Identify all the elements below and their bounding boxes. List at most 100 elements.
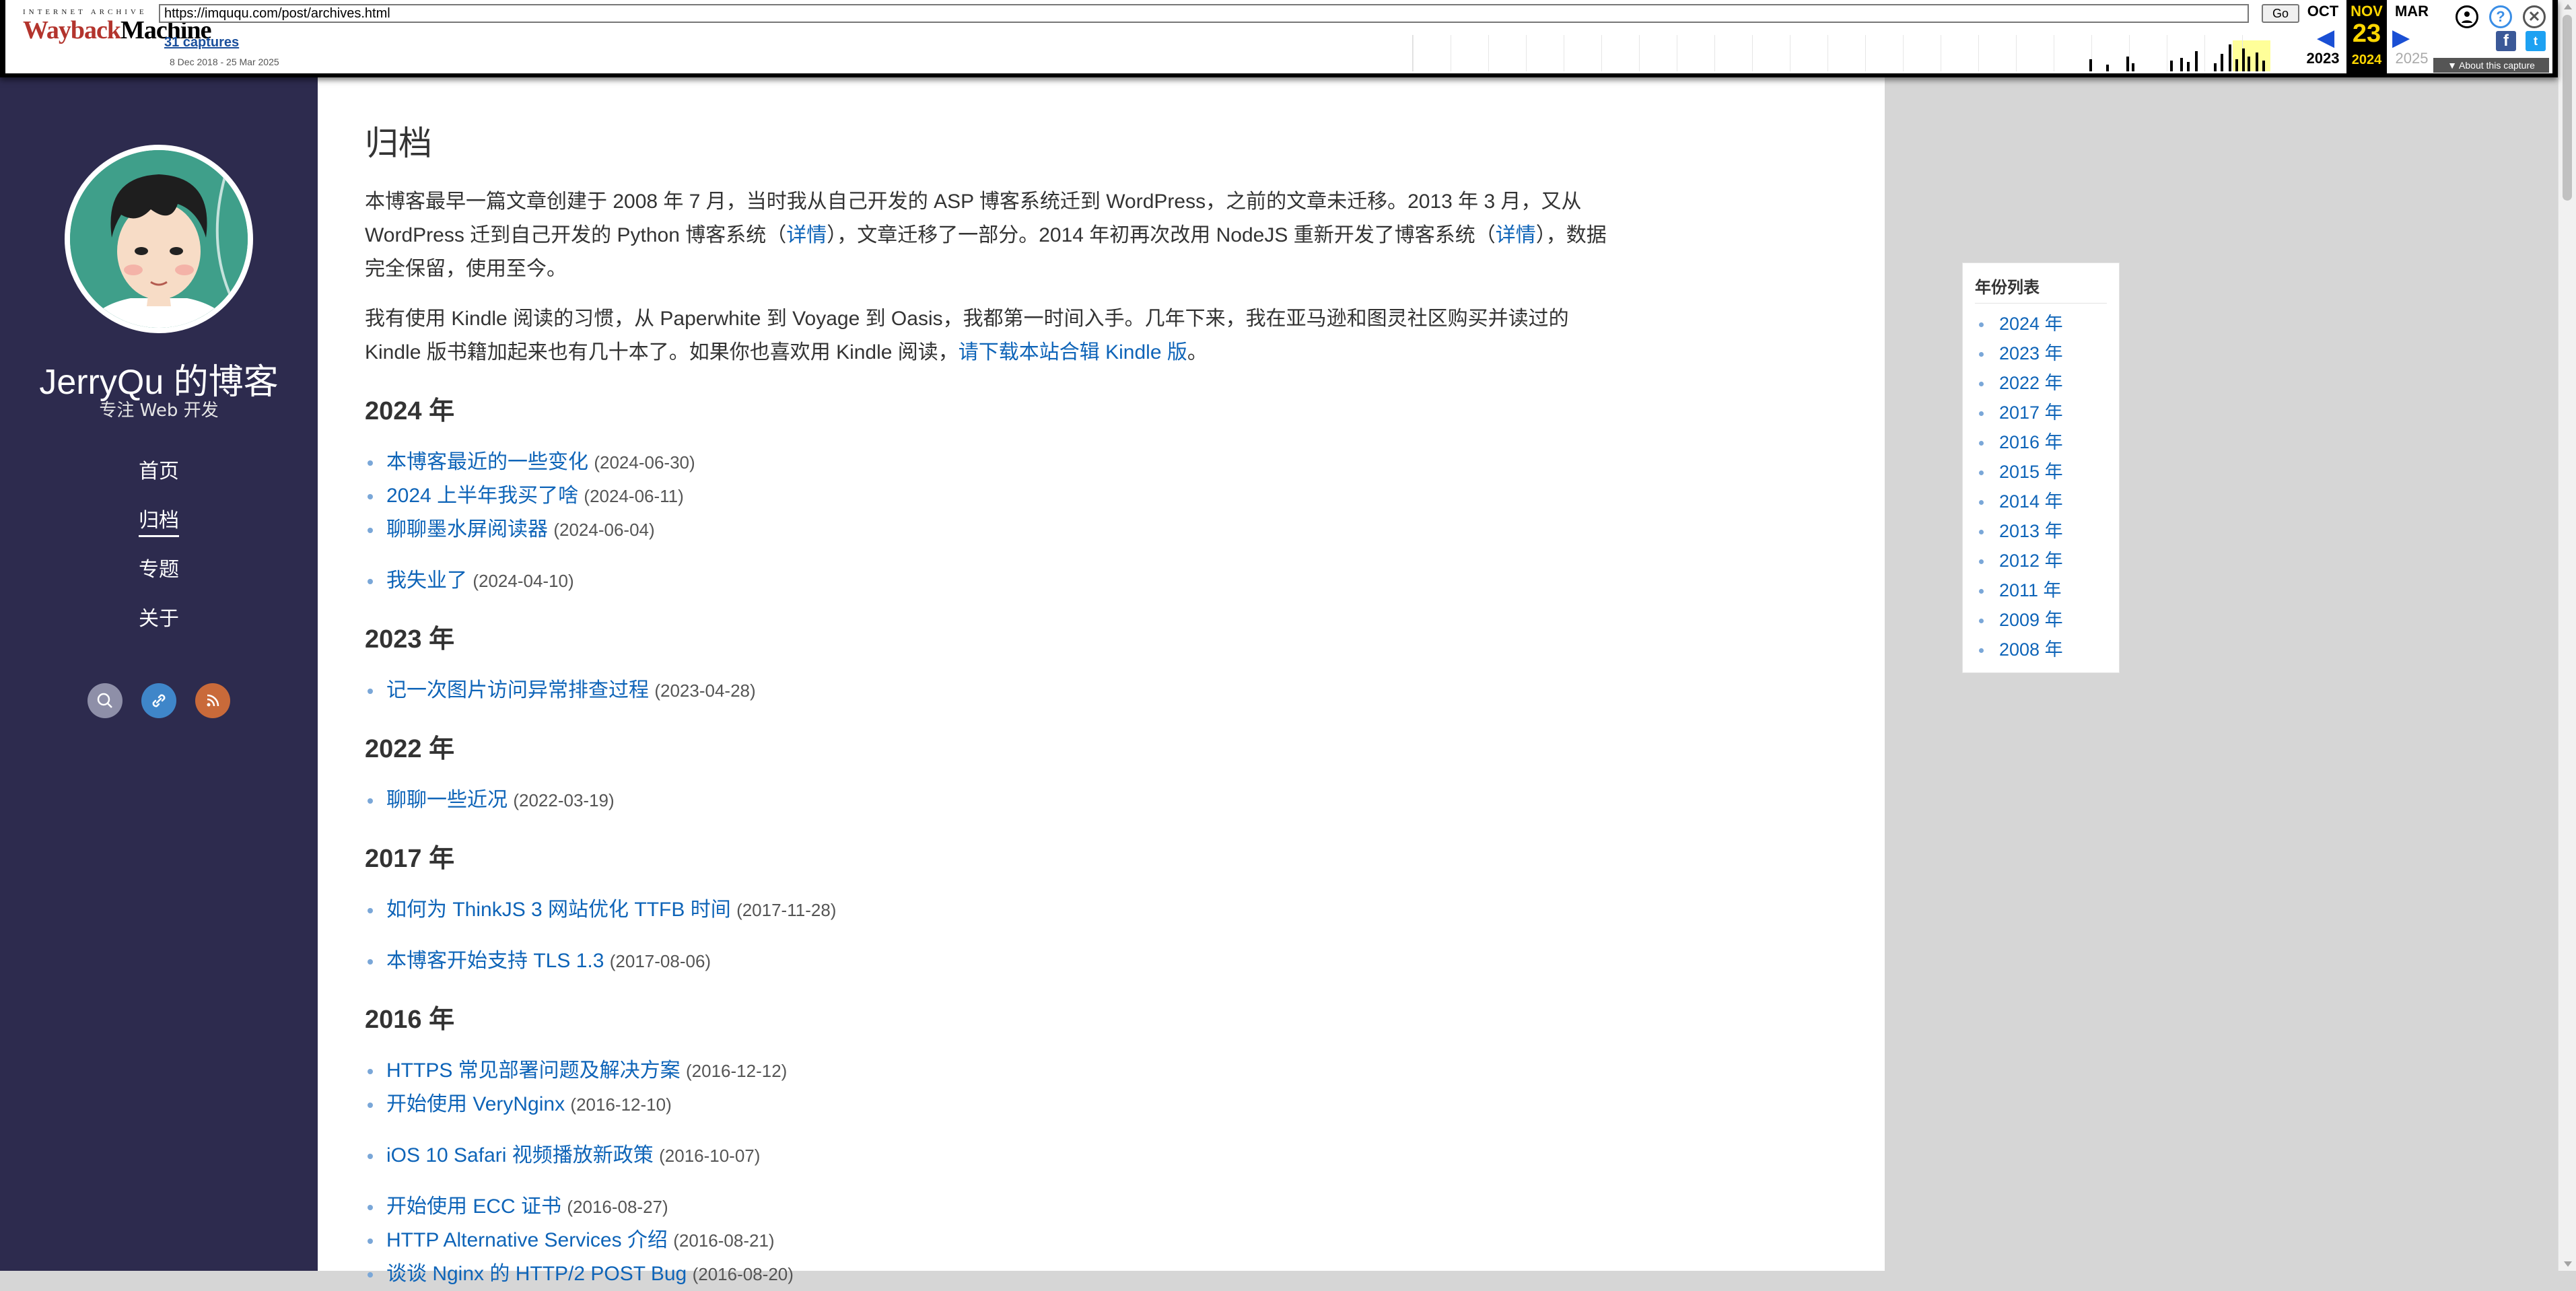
- year-list-item[interactable]: 2009 年: [1975, 605, 2119, 635]
- post-item: 本博客开始支持 TLS 1.3 (2017-08-06): [365, 944, 1621, 978]
- post-link[interactable]: HTTP Alternative Services 介绍: [386, 1229, 668, 1251]
- year-list-item[interactable]: 2023 年: [1975, 339, 2119, 368]
- post-date: (2016-08-20): [692, 1264, 794, 1284]
- twitter-icon[interactable]: t: [2526, 31, 2546, 51]
- intro-paragraph-1: 本博客最早一篇文章创建于 2008 年 7 月，当时我从自己开发的 ASP 博客…: [365, 190, 1607, 280]
- post-item: 开始使用 VeryNginx (2016-12-10): [365, 1088, 1621, 1121]
- post-link[interactable]: HTTPS 常见部署问题及解决方案: [386, 1059, 681, 1082]
- wayback-url-input[interactable]: [159, 4, 2249, 23]
- post-list: HTTPS 常见部署问题及解决方案 (2016-12-12) 开始使用 VeryN…: [365, 1054, 1621, 1291]
- about-capture-button[interactable]: ▼ About this capture: [2433, 58, 2549, 73]
- year-list-item[interactable]: 2011 年: [1975, 575, 2119, 605]
- sparkline-year-divider: [1488, 35, 1489, 71]
- user-icon[interactable]: [2456, 5, 2478, 28]
- link-icon[interactable]: [141, 683, 176, 718]
- prev-year[interactable]: 2023: [2301, 50, 2345, 67]
- post-date: (2016-08-27): [567, 1197, 668, 1217]
- post-item: 记一次图片访问异常排查过程 (2023-04-28): [365, 674, 1621, 707]
- post-item: 聊聊墨水屏阅读器 (2024-06-04): [365, 513, 1621, 547]
- year-list-item[interactable]: 2013 年: [1975, 516, 2119, 546]
- prev-capture-arrow-icon[interactable]: ◀: [2317, 24, 2334, 51]
- post-date: (2024-06-11): [584, 486, 684, 506]
- year-list-item[interactable]: 2014 年: [1975, 487, 2119, 516]
- sparkline-year-divider: [2016, 35, 2017, 71]
- post-link[interactable]: 谈谈 Nginx 的 HTTP/2 POST Bug: [386, 1263, 687, 1285]
- logo-top-text: INTERNET ARCHIVE: [23, 8, 147, 16]
- year-list: 2024 年 2023 年 2022 年 2017 年 2016 年 2015 年 2014…: [1963, 309, 2119, 664]
- year-list-item[interactable]: 2024 年: [1975, 309, 2119, 339]
- post-date: (2016-08-21): [673, 1230, 775, 1251]
- rss-icon[interactable]: [195, 683, 230, 718]
- details-link-1[interactable]: 详情: [786, 224, 827, 246]
- facebook-icon[interactable]: f: [2496, 31, 2516, 51]
- post-item: 开始使用 ECC 证书 (2016-08-27): [365, 1190, 1621, 1224]
- year-list-item[interactable]: 2016 年: [1975, 427, 2119, 457]
- year-list-item[interactable]: 2022 年: [1975, 368, 2119, 398]
- post-date: (2017-08-06): [609, 951, 711, 971]
- scrollbar[interactable]: [2558, 0, 2576, 1271]
- go-button[interactable]: Go: [2262, 4, 2299, 23]
- current-year: 2024: [2351, 53, 2382, 67]
- post-link[interactable]: 本博客最近的一些变化: [386, 451, 588, 473]
- nav-home[interactable]: 首页: [0, 454, 318, 484]
- post-link[interactable]: 2024 上半年我买了啥: [386, 485, 578, 507]
- nav-about[interactable]: 关于: [0, 602, 318, 631]
- post-link[interactable]: 记一次图片访问异常排查过程: [386, 679, 649, 701]
- sparkline-year-divider: [1601, 35, 1602, 71]
- sparkline-year-divider: [2204, 35, 2205, 71]
- nav-topics[interactable]: 专题: [0, 553, 318, 582]
- post-item: iOS 10 Safari 视频播放新政策 (2016-10-07): [365, 1139, 1621, 1173]
- scroll-up-arrow-icon[interactable]: [2564, 4, 2572, 9]
- next-year[interactable]: 2025: [2390, 50, 2434, 67]
- post-date: (2023-04-28): [654, 681, 756, 701]
- nav-archives[interactable]: 归档: [0, 503, 318, 537]
- next-month[interactable]: MAR: [2390, 3, 2434, 20]
- wayback-logo[interactable]: INTERNET ARCHIVE WaybackMachine: [23, 8, 211, 55]
- post-date: (2016-12-12): [686, 1061, 788, 1081]
- capture-sparkline[interactable]: [1412, 35, 2274, 71]
- sparkline-year-divider: [1639, 35, 1640, 71]
- post-link[interactable]: 开始使用 VeryNginx: [386, 1093, 565, 1115]
- sparkline-bar: [2235, 59, 2238, 71]
- sparkline-bar: [2180, 58, 2183, 71]
- year-list-panel: 年份列表 2024 年 2023 年 2022 年 2017 年 2016 年 2015 …: [1962, 263, 2120, 673]
- next-capture-arrow-icon[interactable]: ▶: [2392, 24, 2410, 51]
- year-list-item[interactable]: 2015 年: [1975, 457, 2119, 487]
- year-list-item[interactable]: 2017 年: [1975, 398, 2119, 427]
- post-list: 本博客最近的一些变化 (2024-06-30) 2024 上半年我买了啥 (202…: [365, 446, 1621, 598]
- sparkline-year-divider: [1827, 35, 1828, 71]
- post-item: HTTPS 常见部署问题及解决方案 (2016-12-12): [365, 1054, 1621, 1088]
- post-date: (2016-10-07): [659, 1146, 761, 1166]
- search-icon[interactable]: [88, 683, 123, 718]
- details-link-2[interactable]: 详情: [1496, 224, 1536, 246]
- post-item: 我失业了 (2024-04-10): [365, 564, 1621, 598]
- scroll-down-arrow-icon[interactable]: [2564, 1261, 2572, 1267]
- sparkline-bar: [2195, 51, 2198, 71]
- year-heading: 2017 年: [365, 845, 455, 873]
- kindle-download-link[interactable]: 请下载本站合辑 Kindle 版: [959, 341, 1187, 363]
- current-month: NOV: [2351, 3, 2383, 20]
- close-icon[interactable]: ✕: [2523, 5, 2546, 28]
- year-list-item[interactable]: 2012 年: [1975, 546, 2119, 575]
- post-link[interactable]: 如何为 ThinkJS 3 网站优化 TTFB 时间: [386, 899, 731, 921]
- post-item: 2024 上半年我买了啥 (2024-06-11): [365, 479, 1621, 513]
- avatar[interactable]: [65, 145, 253, 333]
- post-link[interactable]: 我失业了: [386, 569, 467, 592]
- post-date: (2024-06-04): [553, 520, 655, 540]
- sparkline-bar: [2221, 54, 2223, 71]
- post-date: (2024-04-10): [473, 571, 574, 591]
- sparkline-year-divider: [1865, 35, 1866, 71]
- year-list-item[interactable]: 2008 年: [1975, 635, 2119, 664]
- scrollbar-thumb[interactable]: [2563, 15, 2572, 201]
- post-link[interactable]: 本博客开始支持 TLS 1.3: [386, 950, 604, 972]
- captures-link[interactable]: 31 captures: [164, 35, 239, 50]
- post-link[interactable]: 开始使用 ECC 证书: [386, 1195, 561, 1218]
- year-sections: 2024 年本博客最近的一些变化 (2024-06-30) 2024 上半年我买了…: [365, 390, 1621, 1291]
- main-content: 归档 本博客最早一篇文章创建于 2008 年 7 月，当时我从自己开发的 ASP…: [318, 77, 2120, 1285]
- prev-month[interactable]: OCT: [2301, 3, 2345, 20]
- post-link[interactable]: 聊聊一些近况: [386, 789, 508, 811]
- help-icon[interactable]: ?: [2489, 5, 2512, 28]
- wayback-toolbar: INTERNET ARCHIVE WaybackMachine Go 31 ca…: [0, 0, 2558, 77]
- post-link[interactable]: 聊聊墨水屏阅读器: [386, 518, 548, 540]
- post-link[interactable]: iOS 10 Safari 视频播放新政策: [386, 1144, 654, 1166]
